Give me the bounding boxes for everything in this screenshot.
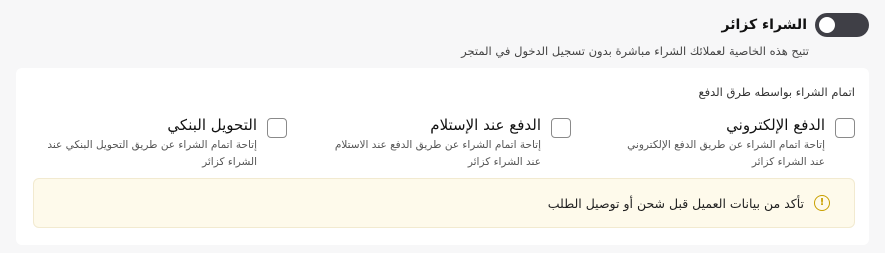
bank-transfer-checkbox[interactable] — [267, 118, 287, 138]
option-bank-transfer[interactable]: التحويل البنكي إتاحة اتمام الشراء عن طري… — [47, 115, 287, 171]
option-description: إتاحة اتمام الشراء عن طريق الدفع الإلكتر… — [627, 139, 825, 168]
option-text: الدفع الإلكتروني إتاحة اتمام الشراء عن ط… — [615, 115, 825, 171]
option-cash-on-delivery[interactable]: الدفع عند الإستلام إتاحة اتمام الشراء عن… — [331, 115, 571, 171]
option-text: التحويل البنكي إتاحة اتمام الشراء عن طري… — [47, 115, 257, 171]
guest-checkout-label: الشراء كزائر — [721, 17, 807, 33]
warning-circle-icon: ! — [814, 195, 830, 211]
toggle-knob — [819, 17, 835, 33]
option-electronic-payment[interactable]: الدفع الإلكتروني إتاحة اتمام الشراء عن ط… — [615, 115, 855, 171]
option-title: الدفع عند الإستلام — [430, 116, 541, 134]
payment-methods-title: اتمام الشراء بواسطه طرق الدفع — [698, 85, 855, 99]
option-title: التحويل البنكي — [167, 116, 257, 134]
guest-checkout-settings: الشراء كزائر تتيح هذه الخاصية لعملائك ال… — [0, 0, 885, 253]
cash-on-delivery-checkbox[interactable] — [551, 118, 571, 138]
option-description: إتاحة اتمام الشراء عن طريق التحويل البنك… — [47, 139, 257, 168]
notice-text: تأكد من بيانات العميل قبل شحن أو توصيل ا… — [547, 195, 804, 211]
notice-banner: ! تأكد من بيانات العميل قبل شحن أو توصيل… — [33, 178, 855, 228]
option-title: الدفع الإلكتروني — [726, 116, 825, 134]
option-text: الدفع عند الإستلام إتاحة اتمام الشراء عن… — [331, 115, 541, 171]
electronic-payment-checkbox[interactable] — [835, 118, 855, 138]
option-description: إتاحة اتمام الشراء عن طريق الدفع عند الا… — [334, 139, 541, 168]
guest-checkout-toggle-row: الشراء كزائر — [722, 13, 869, 37]
guest-checkout-description: تتيح هذه الخاصية لعملائك الشراء مباشرة ب… — [461, 44, 809, 58]
guest-checkout-toggle[interactable] — [815, 13, 869, 37]
